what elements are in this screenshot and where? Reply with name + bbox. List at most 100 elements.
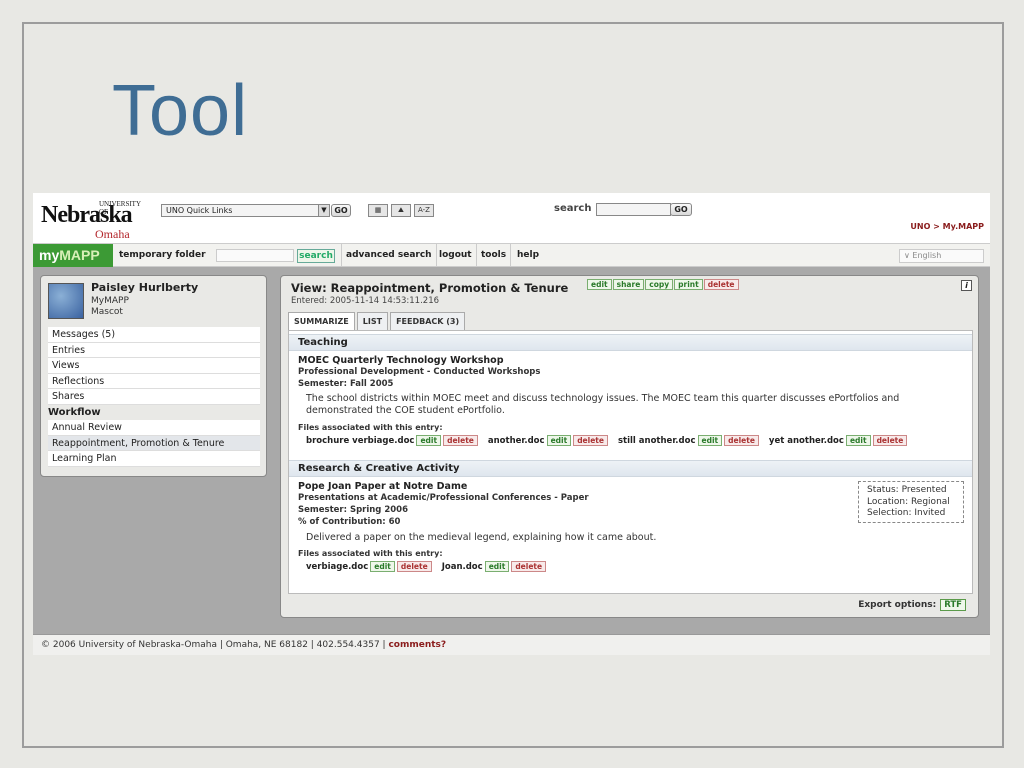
file-name[interactable]: still another.doc — [618, 436, 696, 446]
university-logo[interactable]: Nebraska UNIVERSITY OF Omaha — [39, 197, 141, 241]
logo-sub: Omaha — [95, 227, 130, 241]
view-edit-button[interactable]: edit — [587, 279, 612, 290]
sidebar-item-views[interactable]: Views — [48, 358, 260, 374]
file-edit-button[interactable]: edit — [484, 561, 510, 572]
file-edit-button[interactable]: edit — [845, 435, 871, 446]
file-delete-button[interactable]: delete — [573, 435, 608, 446]
language-select[interactable]: ∨ English — [899, 249, 984, 263]
file-edit-button[interactable]: edit — [697, 435, 723, 446]
section-heading-teaching: Teaching — [289, 334, 972, 351]
tab-feedback[interactable]: FEEDBACK (3) — [390, 312, 466, 330]
brand-upper: MAPP — [59, 247, 100, 263]
nav-tools[interactable]: tools — [477, 244, 512, 267]
file-name[interactable]: Joan.doc — [442, 562, 483, 572]
view-title: View: Reappointment, Promotion & Tenure — [291, 281, 569, 295]
entry-title[interactable]: Pope Joan Paper at Notre Dame — [298, 481, 467, 492]
quick-links-value: UNO Quick Links — [166, 206, 233, 215]
tab-list[interactable]: LIST — [356, 312, 389, 330]
nav-bar: myMAPP temporary folder search advanced … — [33, 243, 990, 267]
file-name[interactable]: another.doc — [488, 436, 545, 446]
user-role: MyMAPP Mascot — [91, 296, 129, 318]
view-content: Teaching MOEC Quarterly Technology Works… — [288, 330, 973, 594]
breadcrumb[interactable]: UNO > My.MAPP — [910, 222, 984, 231]
chevron-down-icon: ▼ — [318, 205, 329, 216]
top-bar: Nebraska UNIVERSITY OF Omaha UNO Quick L… — [33, 193, 990, 243]
logo-univ: UNIVERSITY OF — [99, 200, 141, 216]
avatar — [48, 283, 84, 319]
footer: © 2006 University of Nebraska-Omaha | Om… — [33, 634, 990, 655]
file-edit-button[interactable]: edit — [370, 561, 395, 572]
selection-value: Selection: Invited — [867, 508, 946, 518]
sidebar-item-rpt[interactable]: Reappointment, Promotion & Tenure — [48, 435, 260, 451]
export-label: Export options: — [858, 600, 937, 610]
keyboard-icon[interactable]: ▦ — [368, 204, 388, 217]
user-role-line2: Mascot — [91, 307, 123, 317]
tab-summarize[interactable]: SUMMARIZE — [288, 312, 355, 330]
nav-temporary-folder[interactable]: temporary folder — [115, 244, 210, 267]
file-delete-button[interactable]: delete — [511, 561, 547, 572]
file-edit-button[interactable]: edit — [546, 435, 572, 446]
file-item: still another.doc edit delete — [618, 435, 759, 446]
export-options: Export options: RTF — [858, 599, 966, 611]
view-actions: edit share copy print delete — [587, 279, 739, 290]
file-item: another.doc edit delete — [488, 435, 608, 446]
main-panel: View: Reappointment, Promotion & Tenure … — [280, 275, 979, 618]
comments-link[interactable]: comments? — [388, 640, 446, 650]
search-input[interactable] — [596, 203, 671, 216]
app-screenshot: Nebraska UNIVERSITY OF Omaha UNO Quick L… — [33, 193, 990, 655]
files-heading: Files associated with this entry: — [298, 549, 443, 558]
file-delete-button[interactable]: delete — [872, 435, 908, 446]
file-list: brochure verbiage.doc edit delete anothe… — [306, 435, 908, 446]
file-name[interactable]: brochure verbiage.doc — [306, 436, 414, 446]
entry-semester: Semester: Fall 2005 — [298, 379, 394, 389]
entry-semester: Semester: Spring 2006 — [298, 505, 409, 515]
file-item: verbiage.doc edit delete — [306, 561, 432, 572]
view-share-button[interactable]: share — [612, 279, 645, 290]
file-delete-button[interactable]: delete — [724, 435, 759, 446]
entry-contribution: % of Contribution: 60 — [298, 517, 401, 527]
sidebar-item-shares[interactable]: Shares — [48, 389, 260, 405]
file-delete-button[interactable]: delete — [443, 435, 478, 446]
footer-text: © 2006 University of Nebraska-Omaha | Om… — [41, 640, 389, 650]
view-print-button[interactable]: print — [674, 279, 703, 290]
sidebar-item-reflections[interactable]: Reflections — [48, 373, 260, 389]
section-heading-research: Research & Creative Activity — [289, 460, 972, 477]
export-rtf-button[interactable]: RTF — [940, 599, 966, 611]
file-edit-button[interactable]: edit — [416, 435, 442, 446]
nav-advanced-search[interactable]: advanced search — [341, 244, 437, 267]
nav-search-input[interactable] — [216, 249, 294, 262]
file-name[interactable]: verbiage.doc — [306, 562, 368, 572]
user-name: Paisley Hurlberty — [91, 281, 199, 294]
view-copy-button[interactable]: copy — [645, 279, 674, 290]
entered-timestamp: Entered: 2005-11-14 14:53:11.216 — [291, 296, 440, 306]
info-icon[interactable]: i — [961, 280, 972, 291]
entry-description: The school districts within MOEC meet an… — [306, 393, 900, 416]
image-icon[interactable]: ⛰ — [391, 204, 411, 217]
entry-description: Delivered a paper on the medieval legend… — [306, 532, 657, 543]
entry-type: Presentations at Academic/Professional C… — [298, 493, 589, 503]
language-value: English — [912, 251, 942, 260]
a-z-icon[interactable]: A-Z — [414, 204, 434, 217]
files-heading: Files associated with this entry: — [298, 423, 443, 432]
file-list: verbiage.doc edit delete Joan.doc edit d… — [306, 561, 547, 572]
sidebar-item-messages[interactable]: Messages (5) — [48, 327, 260, 343]
file-delete-button[interactable]: delete — [396, 561, 432, 572]
view-delete-button[interactable]: delete — [703, 279, 739, 290]
slide-title: Tool — [112, 71, 249, 151]
brand-lower: my — [39, 247, 60, 263]
sidebar-item-annual-review[interactable]: Annual Review — [48, 420, 260, 436]
nav-search-button[interactable]: search — [297, 249, 335, 263]
nav-help[interactable]: help — [513, 244, 543, 267]
sidebar-item-learning-plan[interactable]: Learning Plan — [48, 451, 260, 467]
quick-links-go-button[interactable]: GO — [331, 204, 351, 217]
nav-logout[interactable]: logout — [435, 244, 477, 267]
sidebar-item-entries[interactable]: Entries — [48, 342, 260, 358]
view-tabs: SUMMARIZE LIST FEEDBACK (3) — [288, 312, 466, 330]
entry-title[interactable]: MOEC Quarterly Technology Workshop — [298, 355, 504, 366]
mymapp-logo[interactable]: myMAPP — [33, 244, 113, 267]
entry-type: Professional Development - Conducted Wor… — [298, 367, 541, 377]
search-go-button[interactable]: GO — [670, 203, 692, 216]
file-name[interactable]: yet another.doc — [769, 436, 844, 446]
quick-links-select[interactable]: UNO Quick Links ▼ — [161, 204, 330, 217]
sidebar: Paisley Hurlberty MyMAPP Mascot Messages… — [40, 275, 267, 477]
